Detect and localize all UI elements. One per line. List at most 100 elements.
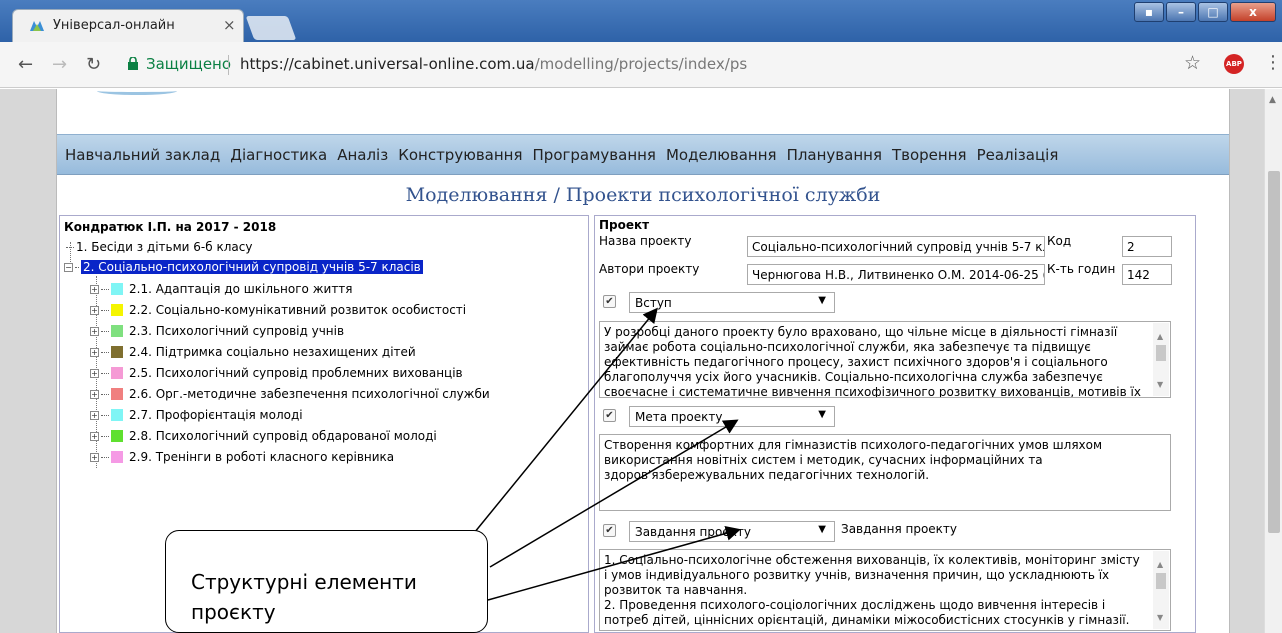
- menu-item-prohramuvannia[interactable]: Програмування: [533, 146, 656, 164]
- forward-arrow-icon[interactable]: →: [52, 54, 67, 75]
- tree-item-label: 2.7. Профорієнтація молоді: [129, 408, 303, 422]
- authors-input[interactable]: Чернюгова Н.В., Литвиненко О.М. 2014-06-…: [747, 264, 1045, 285]
- code-input[interactable]: 2: [1122, 236, 1172, 257]
- back-arrow-icon[interactable]: ←: [18, 54, 33, 75]
- section3-textarea[interactable]: 1. Соціально-психологічне обстеження вих…: [599, 549, 1171, 631]
- menu-item-diahnostyka[interactable]: Діагностика: [230, 146, 327, 164]
- textarea-scrollbar[interactable]: ▲ ▼: [1153, 323, 1169, 396]
- tree-connector: [101, 288, 109, 290]
- section1-textarea[interactable]: У розробці даного проекту було враховано…: [599, 321, 1171, 398]
- lock-icon: [128, 57, 138, 70]
- project-name-label: Назва проекту: [599, 234, 692, 248]
- section3-checkbox[interactable]: ✔: [603, 524, 616, 537]
- window-maximize-icon[interactable]: □: [1198, 2, 1228, 22]
- tree-item-label: 2.4. Підтримка соціально незахищених діт…: [129, 345, 416, 359]
- callout-line-1: Структурні елементи: [191, 570, 417, 594]
- adblock-icon[interactable]: ABP: [1224, 54, 1244, 74]
- tree-item-2[interactable]: − 2. Соціально-психологічний супровід уч…: [64, 258, 423, 276]
- authors-label: Автори проекту: [599, 262, 700, 276]
- tree-child-2-3[interactable]: + 2.3. Психологічний супровід учнів: [90, 322, 344, 340]
- project-name-input[interactable]: Соціально-психологічний супровід учнів 5…: [747, 236, 1045, 257]
- form-legend: Проект: [599, 218, 650, 232]
- expand-icon[interactable]: +: [90, 347, 99, 357]
- tree-connector: [101, 351, 109, 353]
- reload-icon[interactable]: ↻: [86, 54, 101, 75]
- tree-child-2-2[interactable]: + 2.2. Соціально-комунікативний розвиток…: [90, 301, 466, 319]
- tree-item-label: 2.6. Орг.-методичне забезпечення психоло…: [129, 387, 490, 401]
- scroll-up-icon[interactable]: ▲: [1157, 329, 1163, 344]
- section3-caption: Завдання проекту: [841, 522, 958, 536]
- new-tab-button[interactable]: [245, 16, 297, 40]
- tree-item-label: 2.5. Психологічний супровід проблемних в…: [129, 366, 463, 380]
- textarea-scrollbar[interactable]: ▲ ▼: [1153, 551, 1169, 629]
- dropdown-arrow-icon: ▼: [818, 524, 826, 535]
- section3-select[interactable]: Завдання проекту ▼: [629, 521, 835, 542]
- tree-item-label: 1. Бесіди з дітьми 6-б класу: [76, 240, 253, 254]
- menu-item-konstruiuvannia[interactable]: Конструювання: [398, 146, 522, 164]
- bookmark-star-icon[interactable]: ☆: [1184, 52, 1201, 74]
- menu-item-analiz[interactable]: Аналіз: [337, 146, 388, 164]
- tree-child-2-5[interactable]: + 2.5. Психологічний супровід проблемних…: [90, 364, 463, 382]
- address-bar[interactable]: Защищено https://cabinet.universal-onlin…: [112, 51, 1212, 79]
- expand-icon[interactable]: +: [90, 284, 99, 294]
- scroll-thumb[interactable]: [1156, 345, 1166, 361]
- tree-child-2-6[interactable]: + 2.6. Орг.-методичне забезпечення психо…: [90, 385, 490, 403]
- window-close-icon[interactable]: x: [1230, 2, 1276, 22]
- scroll-up-icon[interactable]: ▲: [1157, 557, 1163, 572]
- browser-tab[interactable]: Універсал-онлайн ×: [12, 9, 244, 42]
- code-label: Код: [1047, 234, 1072, 248]
- page-scroll-thumb[interactable]: [1268, 171, 1280, 533]
- scroll-down-icon[interactable]: ▼: [1157, 377, 1163, 392]
- tree-child-2-9[interactable]: + 2.9. Тренінги в роботі класного керівн…: [90, 448, 394, 466]
- section2-select[interactable]: Мета проекту ▼: [629, 406, 835, 427]
- tree-connector: [101, 393, 109, 395]
- tree-child-2-4[interactable]: + 2.4. Підтримка соціально незахищених д…: [90, 343, 416, 361]
- tab-close-icon[interactable]: ×: [223, 16, 236, 34]
- browser-menu-icon[interactable]: ⋮: [1264, 52, 1282, 73]
- secure-label: Защищено: [146, 55, 232, 73]
- scroll-thumb[interactable]: [1156, 573, 1166, 589]
- scroll-down-icon[interactable]: ▼: [1157, 610, 1163, 625]
- collapse-icon[interactable]: −: [64, 262, 73, 272]
- hours-label: К-ть годин: [1047, 262, 1116, 276]
- expand-icon[interactable]: +: [90, 389, 99, 399]
- menu-item-planuvannia[interactable]: Планування: [787, 146, 882, 164]
- tree-item-1[interactable]: 1. Бесіди з дітьми 6-б класу: [66, 238, 252, 256]
- menu-item-navchalnyi-zaklad[interactable]: Навчальний заклад: [65, 146, 220, 164]
- page-scrollbar[interactable]: ▲: [1264, 89, 1282, 633]
- color-swatch: [111, 388, 123, 400]
- expand-icon[interactable]: +: [90, 326, 99, 336]
- expand-icon[interactable]: +: [90, 410, 99, 420]
- url-text[interactable]: https://cabinet.universal-online.com.ua/…: [240, 55, 747, 73]
- menu-item-realizatsiia[interactable]: Реалізація: [977, 146, 1059, 164]
- section2-textarea[interactable]: Створення комфортних для гімназистів пси…: [599, 434, 1171, 511]
- tree-child-2-7[interactable]: + 2.7. Профорієнтація молоді: [90, 406, 303, 424]
- expand-icon[interactable]: +: [90, 368, 99, 378]
- menu-item-modeliuvannia[interactable]: Моделювання: [666, 146, 777, 164]
- color-swatch: [111, 325, 123, 337]
- section1-select[interactable]: Вступ ▼: [629, 292, 835, 313]
- tree-child-2-1[interactable]: + 2.1. Адаптація до шкільного життя: [90, 280, 353, 298]
- tree-connector: [101, 414, 109, 416]
- window-minimize-icon[interactable]: –: [1166, 2, 1196, 22]
- tree-connector: [66, 246, 74, 248]
- color-swatch: [111, 283, 123, 295]
- address-separator: [228, 55, 229, 75]
- tree-child-2-8[interactable]: + 2.8. Психологічний супровід обдаровано…: [90, 427, 437, 445]
- color-swatch: [111, 409, 123, 421]
- section1-select-value: Вступ: [635, 296, 672, 310]
- menu-item-tvorennia[interactable]: Творення: [892, 146, 967, 164]
- dropdown-arrow-icon: ▼: [818, 409, 826, 420]
- tree-connector: [75, 266, 79, 268]
- tree-connector: [101, 330, 109, 332]
- expand-icon[interactable]: +: [90, 305, 99, 315]
- expand-icon[interactable]: +: [90, 431, 99, 441]
- color-swatch: [111, 304, 123, 316]
- section2-checkbox[interactable]: ✔: [603, 409, 616, 422]
- section1-checkbox[interactable]: ✔: [603, 295, 616, 308]
- scroll-up-icon[interactable]: ▲: [1269, 95, 1276, 105]
- hours-input[interactable]: 142: [1122, 264, 1172, 285]
- color-swatch: [111, 451, 123, 463]
- expand-icon[interactable]: +: [90, 452, 99, 462]
- window-restore-small-icon[interactable]: ▪: [1134, 2, 1164, 22]
